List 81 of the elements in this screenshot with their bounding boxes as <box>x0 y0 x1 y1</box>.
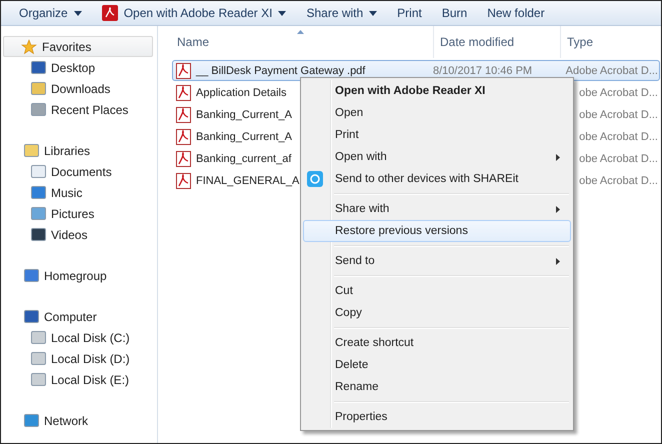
toolbar-button[interactable]: Burn <box>434 2 476 24</box>
folder-icon <box>24 414 39 427</box>
menu-item[interactable]: Open with <box>303 146 571 168</box>
nav-item[interactable]: Recent Places <box>1 99 157 120</box>
item-icon <box>31 82 46 95</box>
item-icon <box>31 207 46 220</box>
item-icon <box>31 61 46 74</box>
pdf-file-icon <box>176 128 191 144</box>
file-name: Application Details <box>196 86 286 98</box>
pdf-file-icon <box>176 84 191 100</box>
item-icon <box>31 228 46 241</box>
folder-icon <box>24 310 39 323</box>
nav-item[interactable]: Homegroup <box>5 265 153 286</box>
file-name: __ BillDesk Payment Gateway .pdf <box>196 64 366 76</box>
nav-item[interactable]: Local Disk (C:) <box>1 327 157 348</box>
nav-item[interactable]: Network <box>5 410 153 431</box>
item-icon <box>31 331 46 344</box>
menu-item[interactable]: Rename <box>303 376 571 398</box>
menu-item[interactable]: Delete <box>303 354 571 376</box>
menu-item[interactable]: Copy <box>303 302 571 324</box>
nav-item[interactable]: Local Disk (E:) <box>1 369 157 390</box>
item-icon <box>31 165 46 178</box>
item-icon <box>31 103 46 116</box>
pdf-file-icon <box>176 106 191 122</box>
menu-item[interactable]: Open <box>303 102 571 124</box>
file-name: Banking_Current_A <box>196 108 292 120</box>
app-icon <box>307 171 323 187</box>
type-cell: Adobe Acrobat D... <box>566 64 658 76</box>
nav-item[interactable]: Favorites <box>3 36 153 57</box>
toolbar-button[interactable]: Organize <box>11 2 90 24</box>
caret-icon <box>278 10 286 16</box>
sort-arrow-icon <box>297 30 304 34</box>
submenu-arrow-icon <box>556 258 560 265</box>
item-icon <box>31 373 46 386</box>
type-cell: obe Acrobat D... <box>579 152 658 164</box>
nav-item[interactable]: Downloads <box>1 78 157 99</box>
menu-item[interactable]: Create shortcut <box>303 332 571 354</box>
file-name: Banking_Current_A <box>196 130 292 142</box>
menu-item[interactable]: Send to other devices with SHAREit <box>303 168 571 190</box>
nav-item[interactable]: Local Disk (D:) <box>1 348 157 369</box>
toolbar-button[interactable]: Share with <box>298 2 386 24</box>
file-name: Banking_current_af <box>196 152 292 164</box>
menu-item[interactable]: Share with <box>303 198 571 220</box>
star-icon <box>21 38 37 54</box>
caret-icon <box>369 10 378 16</box>
submenu-arrow-icon <box>556 206 560 213</box>
folder-icon <box>24 269 39 282</box>
toolbar-button[interactable]: New folder <box>479 2 553 24</box>
menu-item[interactable]: Print <box>303 124 571 146</box>
nav-item[interactable]: Videos <box>1 224 157 245</box>
nav-item[interactable]: Documents <box>1 161 157 182</box>
menu-item[interactable]: Properties <box>303 406 571 428</box>
menu-item[interactable]: Open with Adobe Reader XI <box>303 80 571 102</box>
nav-item[interactable]: Libraries <box>5 140 153 161</box>
submenu-arrow-icon <box>556 154 560 161</box>
toolbar-button[interactable]: Print <box>389 2 430 24</box>
file-name: FINAL_GENERAL_A <box>196 174 300 186</box>
pdf-file-icon <box>176 150 191 166</box>
column-header[interactable]: Name <box>172 35 433 49</box>
toolbar-button[interactable]: Open with Adobe Reader XI <box>94 2 294 24</box>
pdf-file-icon <box>176 172 191 188</box>
item-icon <box>31 352 46 365</box>
caret-icon <box>74 10 82 16</box>
type-cell: obe Acrobat D... <box>579 86 658 98</box>
type-cell: obe Acrobat D... <box>579 130 658 142</box>
type-cell: obe Acrobat D... <box>579 108 658 120</box>
pdf-icon <box>102 5 118 21</box>
type-cell: obe Acrobat D... <box>579 174 658 186</box>
column-header[interactable]: Type <box>560 26 594 58</box>
nav-item[interactable]: Computer <box>5 306 153 327</box>
date-cell: 8/10/2017 10:46 PM <box>433 64 532 76</box>
item-icon <box>31 186 46 199</box>
menu-item[interactable]: Cut <box>303 280 571 302</box>
nav-item[interactable]: Music <box>1 182 157 203</box>
menu-item[interactable]: Restore previous versions <box>303 220 571 242</box>
nav-item[interactable]: Pictures <box>1 203 157 224</box>
pdf-file-icon <box>176 62 191 78</box>
column-header[interactable]: Date modified <box>433 26 560 58</box>
menu-item[interactable]: Send to <box>303 250 571 272</box>
folder-icon <box>24 144 39 157</box>
nav-item[interactable]: Desktop <box>1 57 157 78</box>
